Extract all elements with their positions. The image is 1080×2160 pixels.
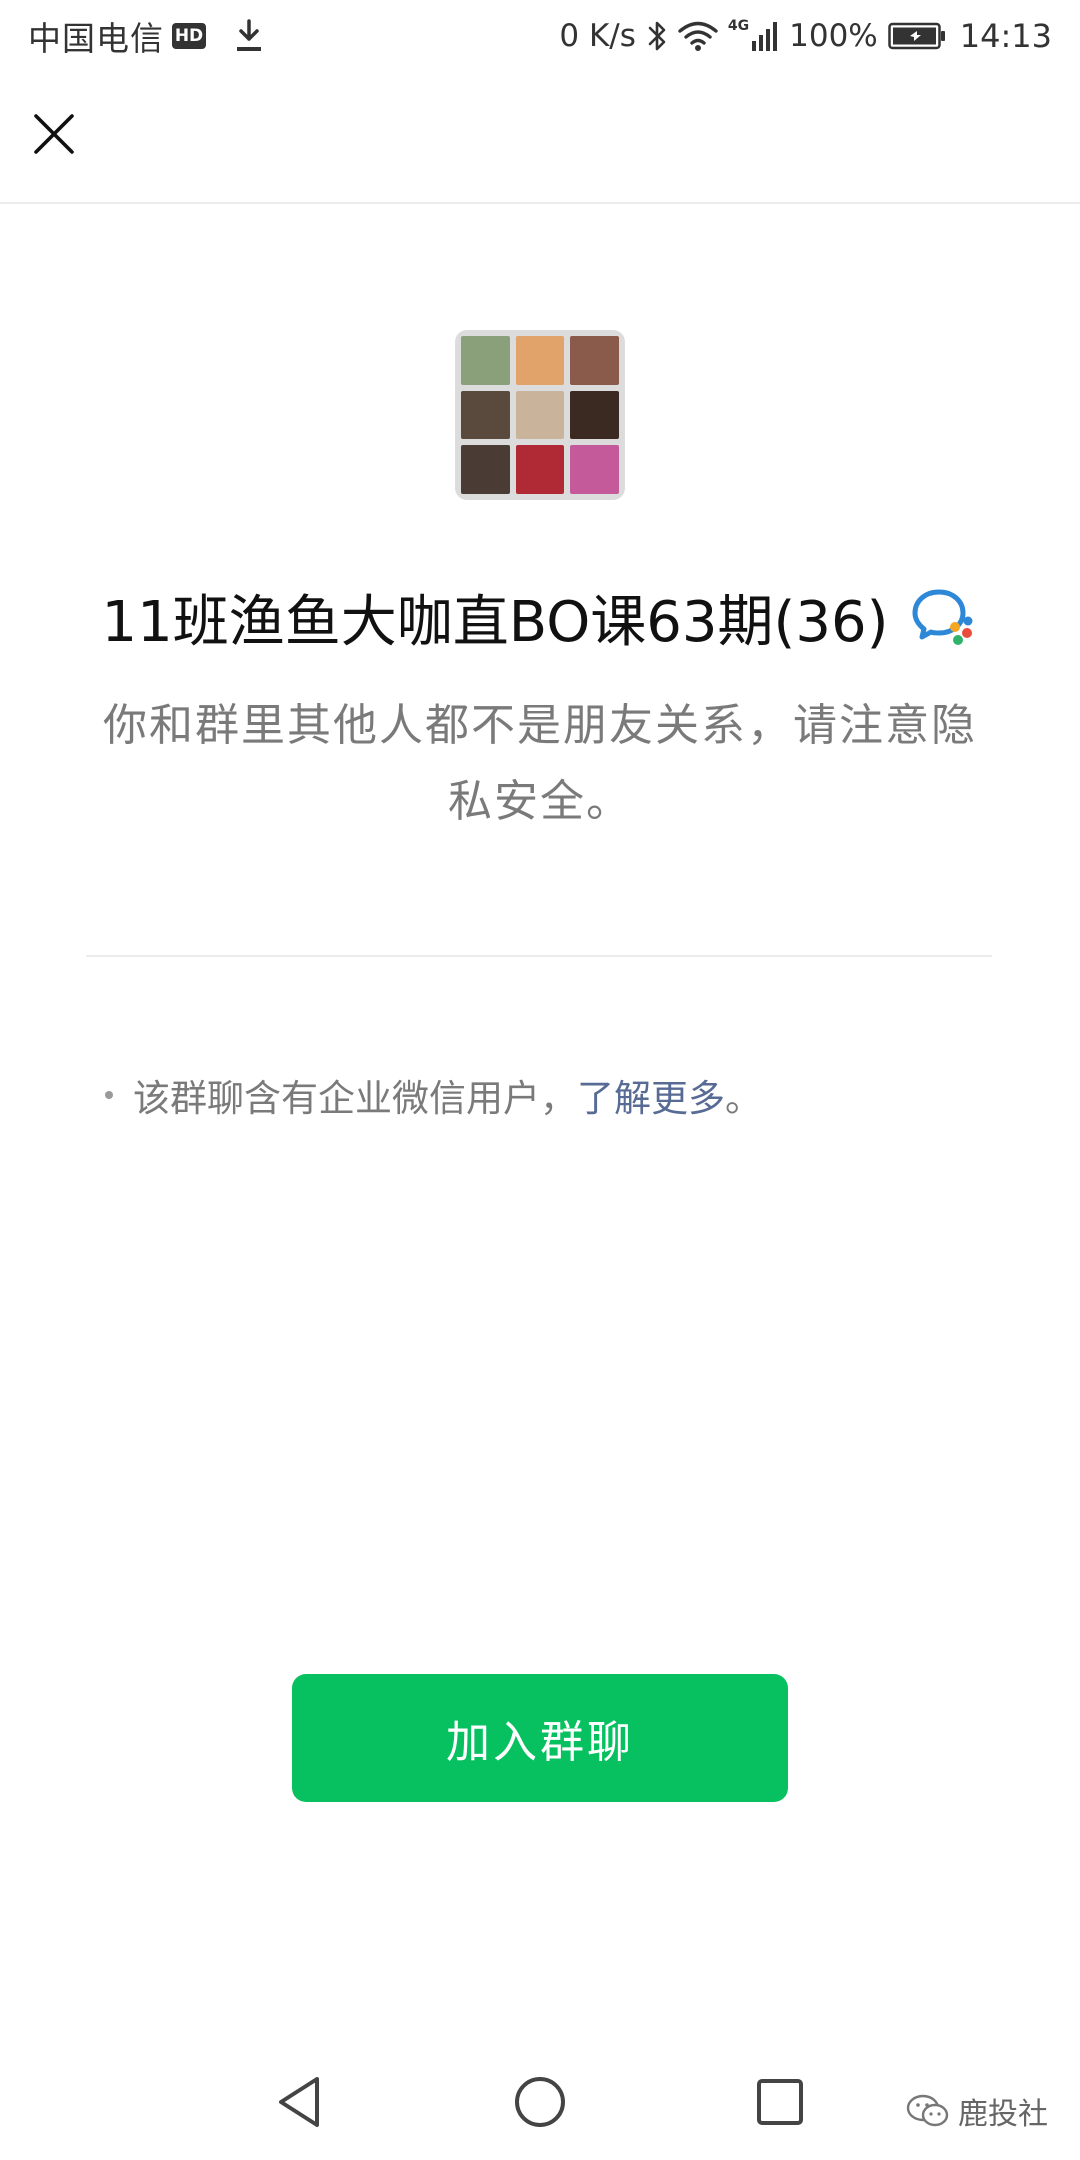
group-name: 11班渔鱼大咖直BO课63期(36)	[101, 589, 889, 655]
wecom-info-suffix: 。	[725, 1077, 762, 1120]
wifi-icon	[678, 20, 718, 52]
recents-button[interactable]	[750, 2072, 810, 2132]
watermark-text: 鹿投社	[958, 2097, 1048, 2132]
privacy-note: 你和群里其他人都不是朋友关系，请注意隐私安全。	[103, 700, 977, 827]
home-button[interactable]	[510, 2072, 570, 2132]
divider	[86, 955, 992, 957]
avatar-tile	[515, 336, 565, 385]
avatar-tile	[515, 445, 565, 494]
signal-icon	[751, 19, 781, 53]
battery-icon	[888, 21, 946, 51]
recents-icon	[757, 2079, 803, 2125]
avatar-tile	[570, 390, 619, 440]
watermark: 鹿投社	[906, 2086, 1048, 2136]
avatar-tile	[461, 390, 510, 440]
close-button[interactable]	[26, 106, 82, 162]
wecom-info-row: 该群聊含有企业微信用户， 了解更多 。	[105, 1065, 762, 1125]
group-name-row: 11班渔鱼大咖直BO课63期(36)	[0, 575, 1080, 659]
group-avatar	[455, 330, 625, 500]
avatar-tile	[570, 336, 619, 385]
clock-time: 14:13	[959, 17, 1052, 55]
join-group-button[interactable]: 加入群聊	[292, 1674, 788, 1802]
learn-more-link[interactable]: 了解更多	[577, 1068, 725, 1122]
avatar-tile	[461, 445, 510, 494]
wechat-logo-icon	[906, 2094, 950, 2128]
status-bar-right: 0 K/s 4G 100% 14:13	[559, 14, 1052, 58]
home-icon	[515, 2077, 565, 2127]
bluetooth-icon	[646, 19, 668, 53]
net-speed: 0 K/s	[559, 18, 636, 54]
battery-percent: 100%	[789, 18, 878, 54]
back-icon	[279, 2077, 319, 2127]
download-icon	[232, 16, 266, 56]
back-button[interactable]	[270, 2072, 330, 2132]
avatar-tile	[570, 445, 619, 494]
wecom-info-text: 该群聊含有企业微信用户，	[133, 1077, 577, 1120]
close-icon	[34, 114, 74, 154]
nav-bar	[0, 72, 1080, 204]
carrier-name: 中国电信	[28, 19, 164, 58]
status-bar: 中国电信 HD 0 K/s 4G 100% 14:13	[0, 0, 1080, 72]
status-bar-left: 中国电信 HD	[28, 14, 266, 58]
avatar-tile	[461, 336, 510, 385]
wecom-icon	[910, 587, 978, 647]
hd-badge: HD	[172, 23, 206, 49]
avatar-tile	[515, 390, 565, 440]
bullet-dot	[105, 1091, 113, 1099]
network-type: 4G	[727, 18, 750, 34]
